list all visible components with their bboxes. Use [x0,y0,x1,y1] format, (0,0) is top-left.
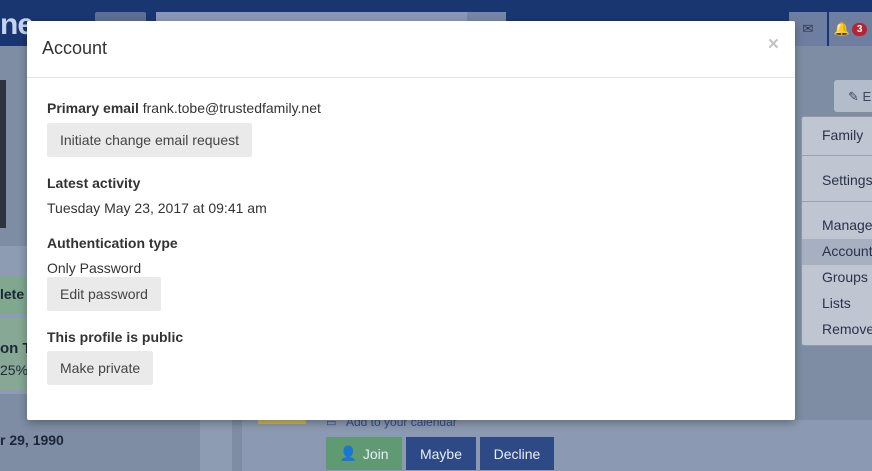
primary-email-label: Primary email [47,100,139,116]
pencil-icon: ✎ [848,89,859,104]
decline-button[interactable]: Decline [480,437,554,470]
profile-public-label: This profile is public [47,329,184,345]
notifications-button[interactable]: 🔔 3 [829,12,872,46]
join-button-label: Join [362,445,389,462]
dropdown-item-lists[interactable]: Lists [822,295,851,311]
primary-email-row: Primary email frank.tobe@trustedfamily.n… [47,100,321,116]
profile-photo [0,80,6,228]
modal-body: Primary email frank.tobe@trustedfamily.n… [27,78,795,385]
edit-button[interactable]: ✎ E [834,80,872,112]
complete-text: lete [0,286,25,302]
progress-percent: 25% [0,362,29,378]
join-button[interactable]: 👤 Join [326,437,402,470]
user-icon: 👤 [339,445,357,461]
birthday-text: r 29, 1990 [0,432,64,448]
bell-icon: 🔔 [833,21,850,36]
dropdown-item-account[interactable]: Account [802,239,872,265]
account-modal: Account × Primary email frank.tobe@trust… [27,21,795,420]
latest-activity-label: Latest activity [47,175,141,191]
sidebar-divider [200,420,232,471]
modal-header: Account × [27,21,795,78]
maybe-button[interactable]: Maybe [406,437,476,470]
dropdown-separator [802,155,872,156]
close-icon[interactable]: × [768,35,779,54]
dropdown-item-manage[interactable]: Manage [822,217,872,233]
dropdown-item-family[interactable]: Family [822,127,863,143]
auth-type-value: Only Password [47,260,142,276]
edit-password-button[interactable]: Edit password [47,277,161,311]
change-email-button[interactable]: Initiate change email request [47,123,252,157]
dropdown-menu: Family Settings Manage Account Groups Li… [801,116,872,346]
latest-activity-value: Tuesday May 23, 2017 at 09:41 am [47,200,267,216]
event-tag [258,420,306,424]
auth-type-label: Authentication type [47,235,178,251]
dropdown-item-settings[interactable]: Settings [822,172,872,188]
dropdown-item-remove[interactable]: Remove [822,321,872,337]
dropdown-separator [802,201,872,202]
modal-title: Account [42,38,108,58]
edit-button-label: E [862,89,872,104]
mail-icon: ✉ [802,21,814,36]
primary-email-value: frank.tobe@trustedfamily.net [142,100,321,116]
make-private-button[interactable]: Make private [47,351,154,385]
notification-badge: 3 [851,22,868,36]
dropdown-item-groups[interactable]: Groups [822,269,868,285]
